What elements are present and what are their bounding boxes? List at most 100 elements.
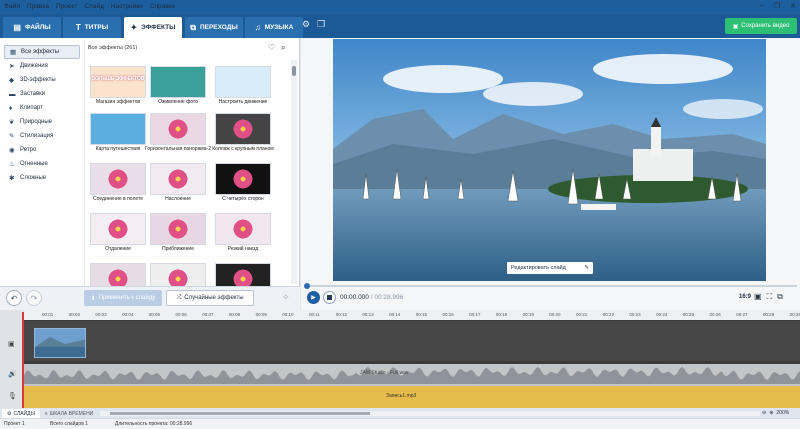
aspect-ratio[interactable]: 16:9: [739, 294, 751, 300]
random-effects-button[interactable]: ⤮ Случайные эффекты: [166, 290, 254, 306]
effect-thumbnail[interactable]: [215, 213, 271, 245]
zoom-out-icon[interactable]: ⊖: [762, 410, 766, 416]
menu-item[interactable]: Правка: [27, 3, 49, 10]
save-video-button[interactable]: ▣ Сохранить видео: [725, 18, 797, 34]
ruler-tick: 00:16: [442, 312, 454, 317]
category-item[interactable]: ❦ Природные: [4, 115, 80, 129]
search-icon[interactable]: ⌕: [281, 43, 285, 53]
zoom-in-icon[interactable]: ⊕: [769, 410, 773, 416]
timeline-icon: ≡: [44, 410, 48, 417]
ruler-tick: 00:12: [335, 312, 347, 317]
effect-thumbnail[interactable]: [215, 113, 271, 145]
preview-image[interactable]: [333, 39, 766, 281]
category-item[interactable]: ✎ Стилизация: [4, 129, 80, 143]
status-bar: Проект 1 Всего слайдов 1 Длительность пр…: [0, 418, 800, 429]
category-item[interactable]: ♨ Огненные: [4, 157, 80, 171]
effect-thumbnail[interactable]: [150, 66, 206, 98]
category-item[interactable]: ♦ Клипарт: [4, 101, 80, 115]
volume-icon[interactable]: 🔊: [8, 370, 17, 378]
tab-folder[interactable]: ▤ ФАЙЛЫ: [3, 17, 61, 38]
effect-thumbnail[interactable]: [90, 213, 146, 245]
effects-icon: ✦: [130, 23, 138, 32]
settings-icon[interactable]: ⚙: [302, 19, 310, 30]
effect-label: С четырёх сторон: [222, 196, 264, 202]
menu-item[interactable]: Проект: [56, 3, 77, 10]
category-item[interactable]: ◉ Ретро: [4, 143, 80, 157]
transitions-icon: ⧉: [190, 22, 196, 32]
fullscreen-icon[interactable]: ⛶: [767, 292, 773, 302]
effect-thumbnail[interactable]: [90, 163, 146, 195]
apply-to-slide-button[interactable]: ⬇ Применить к слайду: [84, 290, 162, 306]
ruler-tick: 00:18: [495, 312, 508, 317]
menu-item[interactable]: Слайд: [84, 3, 104, 10]
tab-music[interactable]: ♫ МУЗЫКА: [245, 17, 303, 38]
ruler-tick: 00:19: [522, 312, 534, 317]
effect-thumbnail[interactable]: БОЛЬШЕ ЭФФЕКТОВ: [90, 66, 146, 98]
effect-thumbnail[interactable]: [150, 213, 206, 245]
tab-label: ФАЙЛЫ: [24, 24, 51, 31]
tab-timeline[interactable]: ≡ ШКАЛА ВРЕМЕНИ: [42, 409, 96, 418]
effect-categories: ▦ Все эффекты ➤ Движения ◆ 3D-эффекты ▬ Заставк…: [4, 45, 80, 185]
category-item[interactable]: ▦ Все эффекты: [4, 45, 80, 59]
playback-progress[interactable]: [305, 285, 797, 287]
category-item[interactable]: ✱ Сложные: [4, 171, 80, 185]
category-item[interactable]: ➤ Движения: [4, 59, 80, 73]
audio-track[interactable]: [24, 364, 800, 386]
ruler-tick: 00:03: [95, 312, 107, 317]
effects-scrollbar[interactable]: [291, 60, 297, 284]
tab-slides[interactable]: ⚙ СЛАЙДЫ: [2, 409, 40, 418]
playhead[interactable]: [22, 312, 24, 408]
category-label: Стилизация: [20, 133, 54, 139]
playback-handle[interactable]: [304, 283, 310, 289]
tab-effects[interactable]: ✦ ЭФФЕКТЫ: [124, 17, 182, 38]
magic-wand-icon[interactable]: ✧: [282, 292, 290, 303]
store-thumb-text: БОЛЬШЕ ЭФФЕКТОВ: [91, 76, 145, 82]
slide-clip[interactable]: [34, 328, 86, 358]
status-slides: Всего слайдов 1: [50, 421, 89, 427]
effect-thumbnail[interactable]: [150, 163, 206, 195]
undo-button[interactable]: ↶: [6, 290, 22, 306]
favorite-icon[interactable]: ♡: [268, 43, 275, 53]
effect-label: Горизонтальная панорама-2: [145, 146, 211, 152]
detach-icon[interactable]: ⧉: [777, 292, 783, 302]
time-total: / 00:28.996: [370, 294, 404, 301]
music-icon: ♫: [254, 23, 261, 32]
view-controls: ▣ ⛶ ⧉: [754, 292, 783, 302]
tab-label: МУЗЫКА: [264, 24, 294, 31]
grid-tools: ♡ ⌕: [268, 43, 286, 53]
cube-icon: ◆: [9, 77, 14, 84]
redo-button[interactable]: ↷: [26, 290, 42, 306]
maximize-icon[interactable]: ❐: [774, 2, 780, 10]
category-item[interactable]: ◆ 3D-эффекты: [4, 73, 80, 87]
effect-thumbnail[interactable]: [215, 66, 271, 98]
layers-icon[interactable]: ❒: [317, 19, 325, 30]
leaf-icon: ❦: [9, 119, 15, 126]
waveform-shape: [24, 367, 800, 384]
tab-label: ЭФФЕКТЫ: [141, 24, 176, 31]
play-button[interactable]: ▶: [307, 291, 320, 304]
stop-button[interactable]: [323, 291, 336, 304]
category-item[interactable]: ▬ Заставки: [4, 87, 80, 101]
effect-thumbnail[interactable]: [215, 163, 271, 195]
microphone-icon[interactable]: 🎙: [8, 392, 17, 400]
frame-icon[interactable]: ▣: [754, 292, 762, 302]
minimize-icon[interactable]: –: [760, 2, 764, 10]
close-icon[interactable]: ✕: [790, 2, 796, 10]
menu-item[interactable]: Настройки: [111, 3, 143, 10]
effects-scroll-thumb[interactable]: [292, 66, 296, 76]
edit-slide-button[interactable]: Редактировать слайд ✎: [507, 262, 593, 274]
tab-transitions[interactable]: ⧉ ПЕРЕХОДЫ: [185, 17, 243, 38]
category-label: Клипарт: [20, 105, 43, 111]
menu-item[interactable]: Файл: [4, 3, 20, 10]
audio-track-name: JAM Studio - Full.wav: [360, 370, 409, 376]
category-label: Ретро: [20, 147, 37, 153]
clipart-icon: ♦: [9, 104, 13, 112]
timeline-scroll-thumb[interactable]: [110, 412, 370, 415]
ruler-tick: 00:21: [576, 312, 588, 317]
menu-item[interactable]: Справка: [150, 3, 176, 10]
complex-icon: ✱: [9, 175, 15, 182]
tab-titles[interactable]: T ТИТРЫ: [63, 17, 121, 38]
effect-thumbnail[interactable]: [150, 113, 206, 145]
effect-thumbnail[interactable]: [90, 113, 146, 145]
time-display: 00:00.000 / 00:28.996: [340, 294, 403, 301]
